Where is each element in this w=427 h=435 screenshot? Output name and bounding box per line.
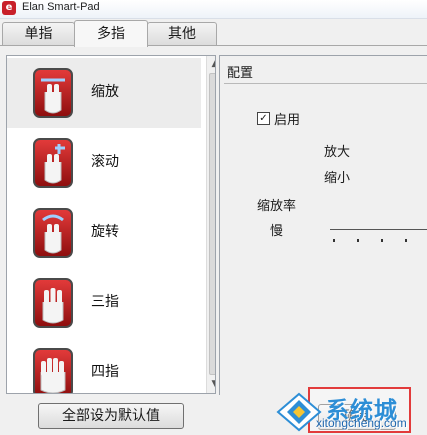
zoom-in-option: 放大 [324,145,351,160]
config-title: 配置 [227,66,254,81]
gesture-label-zoom: 缩放 [91,84,119,100]
tab-strip: 单指 多指 其他 [0,20,427,47]
slider-tick [333,239,335,242]
rotate-icon [33,208,73,258]
window-title: Elan Smart-Pad [22,1,100,13]
tab-multi-finger[interactable]: 多指 [74,20,148,47]
reset-defaults-button[interactable]: 全部设为默认值 [38,403,184,429]
title-bar: e Elan Smart-Pad [0,0,427,19]
zoom-out-option: 缩小 [324,171,351,186]
gesture-label-rotate: 旋转 [91,224,119,240]
slider-tick [381,239,383,242]
gesture-item-rotate[interactable]: 旋转 [7,198,201,268]
gesture-item-zoom[interactable]: 缩放 [7,58,201,128]
two-finger-scroll-icon [33,138,73,188]
tab-divider [0,45,427,46]
slider-tick [405,239,407,242]
config-divider [224,83,427,84]
enable-label: 启用 [274,113,301,128]
three-finger-icon [33,278,73,328]
gesture-item-four-finger[interactable]: 四指 [7,338,201,393]
scroll-up-button[interactable]: ▲ [207,56,215,72]
gesture-label-four-finger: 四指 [91,364,119,380]
enable-checkbox[interactable]: ✓ [257,112,270,125]
watermark-url: xitongcheng.com [316,416,407,430]
elan-app-icon: e [2,1,16,15]
slow-label: 慢 [270,224,284,239]
list-scrollbar[interactable]: ▲ ▼ [206,56,215,393]
scroll-down-button[interactable]: ▼ [207,376,215,392]
config-panel: 配置 ✓ 启用 放大 缩小 缩放率 慢 [219,55,427,395]
scroll-thumb[interactable] [209,73,215,375]
gesture-list: 缩放 滚动 旋转 三指 四指 [6,55,216,394]
gesture-label-three-finger: 三指 [91,294,119,310]
pinch-zoom-icon [33,68,73,118]
tab-single-finger[interactable]: 单指 [2,22,75,45]
gesture-item-scroll[interactable]: 滚动 [7,128,201,198]
tab-other[interactable]: 其他 [147,22,217,45]
gesture-item-three-finger[interactable]: 三指 [7,268,201,338]
gesture-label-scroll: 滚动 [91,154,119,170]
four-finger-icon [33,348,73,393]
zoom-rate-slider[interactable] [330,229,427,230]
zoom-rate-label: 缩放率 [257,199,297,214]
slider-tick [357,239,359,242]
